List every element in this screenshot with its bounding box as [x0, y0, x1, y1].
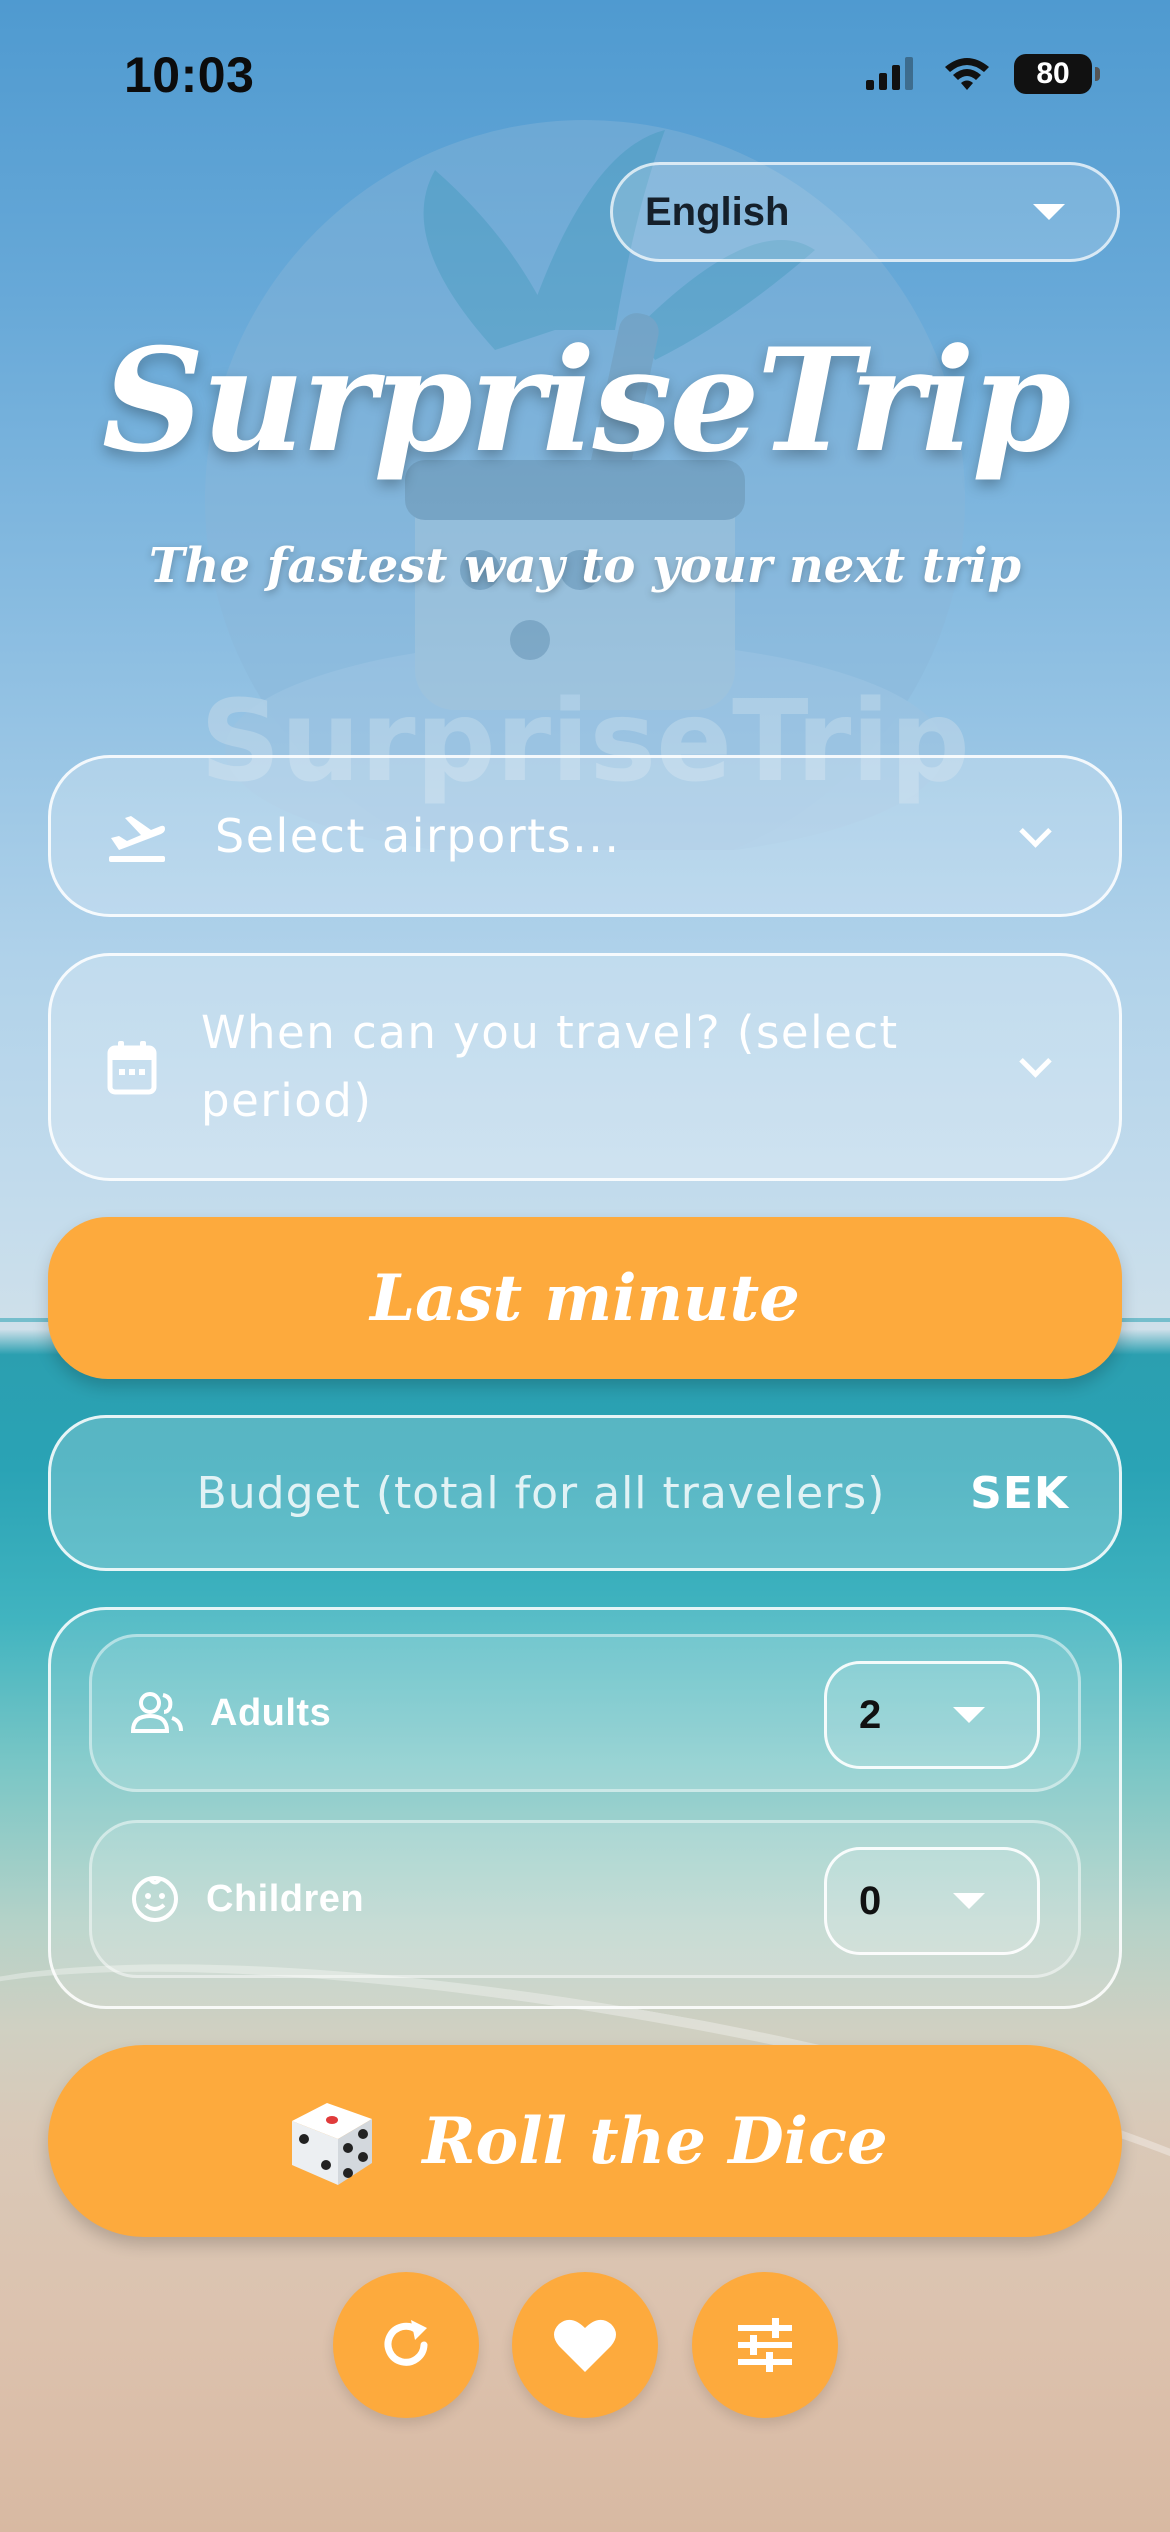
favorites-button[interactable]: [512, 2272, 658, 2418]
roll-the-dice-label: Roll the Dice: [422, 2103, 888, 2179]
children-row: Children 0: [89, 1820, 1081, 1978]
airplane-takeoff-icon: [109, 816, 165, 862]
adults-value: 2: [859, 1692, 882, 1737]
travel-period-placeholder: When can you travel? (select period): [201, 1006, 899, 1127]
children-label: Children: [206, 1877, 365, 1920]
child-face-icon: [132, 1876, 178, 1922]
app-subtitle: The fastest way to your next trip: [148, 538, 1022, 594]
children-select[interactable]: 0: [824, 1847, 1040, 1955]
children-value: 0: [859, 1878, 882, 1923]
heart-icon: [554, 2319, 616, 2372]
currency-label: SEK: [970, 1467, 1069, 1519]
people-icon: [130, 1692, 183, 1733]
app-screen: 10:03 80 SurpriseTrip English SurpriseTr…: [0, 0, 1170, 2532]
refresh-button[interactable]: [333, 2272, 479, 2418]
chevron-down-icon: [1019, 1045, 1052, 1078]
chevron-down-icon: [1019, 815, 1052, 848]
app-title: SurpriseTrip: [101, 318, 1071, 484]
filter-sliders-icon: [738, 2318, 792, 2372]
language-select-value: English: [645, 189, 790, 234]
triangle-down-icon: [953, 1893, 985, 1909]
budget-input[interactable]: [111, 1418, 971, 1568]
adults-row: Adults 2: [89, 1634, 1081, 1792]
battery-indicator: 80: [1014, 54, 1100, 94]
triangle-down-icon: [953, 1707, 985, 1723]
status-icons: 80: [864, 54, 1100, 94]
triangle-down-icon: [1033, 204, 1065, 220]
travelers-panel: Adults 2 Children 0: [48, 1607, 1122, 2009]
filters-button[interactable]: [692, 2272, 838, 2418]
airports-placeholder: Select airports...: [215, 809, 621, 863]
wifi-icon: [945, 58, 989, 90]
budget-field: SEK: [48, 1415, 1122, 1571]
roll-the-dice-button[interactable]: Roll the Dice: [48, 2045, 1122, 2237]
adults-select[interactable]: 2: [824, 1661, 1040, 1769]
travel-period-select[interactable]: When can you travel? (select period): [48, 953, 1122, 1181]
calendar-icon: [107, 1041, 157, 1095]
adults-label: Adults: [210, 1691, 332, 1734]
language-select[interactable]: English: [610, 162, 1120, 262]
dice-icon: [292, 2103, 373, 2185]
cellular-signal-icon: [866, 57, 913, 90]
refresh-icon: [384, 2320, 428, 2366]
airports-select[interactable]: Select airports...: [48, 755, 1122, 917]
last-minute-button[interactable]: Last minute: [48, 1217, 1122, 1379]
